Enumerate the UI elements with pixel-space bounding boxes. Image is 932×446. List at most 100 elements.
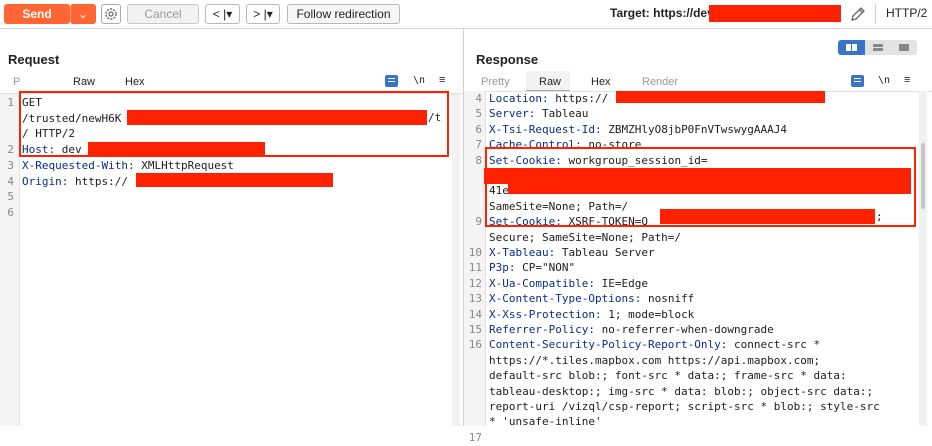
line-number: 6 bbox=[7, 205, 14, 219]
header-key: Content-Security-Policy-Report-Only: bbox=[489, 338, 728, 352]
response-scroll-thumb[interactable] bbox=[921, 143, 925, 209]
header-value: https:// bbox=[548, 92, 609, 105]
word-wrap-icon[interactable] bbox=[851, 75, 864, 87]
response-scrollbar[interactable] bbox=[919, 91, 927, 426]
tab-raw-response[interactable]: Raw bbox=[539, 76, 561, 88]
edit-target-button[interactable] bbox=[848, 4, 868, 24]
line-content: Location: https:// bbox=[489, 91, 608, 107]
line-content: default-src blob:; font-src * data:; fra… bbox=[489, 368, 847, 384]
protocol-label[interactable]: HTTP/2 bbox=[886, 6, 927, 20]
header-value: CP="NON" bbox=[515, 261, 576, 275]
line-content: report-uri /vizql/csp-report; script-src… bbox=[489, 399, 880, 415]
header-value: XMLHttpRequest bbox=[134, 158, 234, 172]
header-value: Secure; SameSite=None; Path=/ bbox=[489, 230, 682, 244]
header-key: P3p: bbox=[489, 261, 516, 275]
header-value: ZBMZHlyO8jbP0FnVTwswygAAAJ4 bbox=[601, 122, 788, 136]
forward-button[interactable]: > |▾ bbox=[246, 4, 280, 24]
response-editor[interactable]: 4 Location: https:// 5 Server: Tableau 6 X-Ts… bbox=[464, 91, 932, 444]
cancel-button[interactable]: Cancel bbox=[127, 4, 199, 24]
back-button[interactable]: < |▾ bbox=[205, 4, 240, 24]
redaction-target-host bbox=[709, 5, 841, 22]
tab-hex-request[interactable]: Hex bbox=[125, 76, 145, 88]
header-key: X-Ua-Compatible: bbox=[489, 276, 595, 290]
tab-raw-request[interactable]: Raw bbox=[73, 76, 95, 88]
header-key: X-Tsi-Request-Id: bbox=[489, 122, 602, 136]
tab-pretty-response[interactable]: Pretty bbox=[481, 76, 510, 88]
header-value: report-uri /vizql/csp-report; script-src… bbox=[489, 400, 880, 413]
line-number: 8 bbox=[475, 153, 482, 167]
rows-icon bbox=[873, 44, 883, 51]
request-editor[interactable]: 1 GET/trusted/newH6K / HTTP/2 2 Host: dev 3 X-… bbox=[0, 91, 462, 426]
line-content: X-Ua-Compatible: IE=Edge bbox=[489, 276, 648, 292]
header-key: X-Content-Type-Options: bbox=[489, 292, 642, 306]
line-number: 5 bbox=[475, 107, 482, 121]
line-number: 4 bbox=[475, 92, 482, 105]
line-number: 13 bbox=[468, 292, 482, 306]
header-value: tableau-desktop:; img-src * data: blob:;… bbox=[489, 384, 874, 398]
pencil-icon bbox=[851, 7, 865, 21]
send-button[interactable]: Send bbox=[4, 4, 70, 24]
tab-pretty-request[interactable]: P bbox=[13, 76, 20, 88]
header-key: X-Xss-Protection: bbox=[489, 307, 602, 321]
target-label: Target: https://dev bbox=[610, 6, 714, 20]
tab-hex-response[interactable]: Hex bbox=[591, 76, 611, 88]
line-content: Content-Security-Policy-Report-Only: con… bbox=[489, 337, 820, 353]
header-value: default-src blob:; font-src * data:; fra… bbox=[489, 369, 847, 383]
line-number: 1 bbox=[7, 96, 14, 109]
follow-redirection-button[interactable]: Follow redirection bbox=[287, 4, 400, 24]
header-value: https:// bbox=[68, 174, 128, 188]
header-value: * 'unsafe-inline' bbox=[489, 415, 602, 429]
send-dropdown-button[interactable]: ⌄ bbox=[70, 4, 96, 24]
line-content: tableau-desktop:; img-src * data: blob:;… bbox=[489, 384, 873, 400]
layout-side-by-side[interactable] bbox=[838, 40, 865, 55]
request-scrollbar[interactable] bbox=[452, 94, 460, 426]
line-content: Server: Tableau bbox=[489, 106, 588, 122]
chevron-down-icon: ⌄ bbox=[77, 7, 89, 21]
response-title: Response bbox=[476, 52, 539, 67]
highlight-set-cookie bbox=[485, 147, 916, 227]
header-value: IE=Edge bbox=[594, 276, 648, 290]
line-number: 5 bbox=[7, 190, 14, 204]
line-content: X-Content-Type-Options: nosniff bbox=[489, 291, 694, 307]
header-value: connect-src * bbox=[727, 338, 821, 352]
menu-icon[interactable]: ≡ bbox=[439, 74, 445, 86]
columns-icon bbox=[846, 44, 857, 51]
line-content: P3p: CP="NON" bbox=[489, 260, 575, 276]
header-value: nosniff bbox=[641, 292, 695, 306]
layout-tabs[interactable] bbox=[891, 40, 917, 55]
line-content: * 'unsafe-inline' bbox=[489, 414, 602, 430]
single-pane-icon bbox=[899, 44, 909, 51]
line-number: 14 bbox=[468, 307, 482, 321]
line-content: Secure; SameSite=None; Path=/ bbox=[489, 230, 681, 246]
header-value: Tableau Server bbox=[555, 246, 655, 259]
word-wrap-icon[interactable] bbox=[385, 75, 398, 87]
line-number: 7 bbox=[475, 138, 482, 152]
redaction-location bbox=[616, 91, 825, 103]
header-key: Referrer-Policy: bbox=[489, 323, 595, 336]
line-number: 3 bbox=[7, 158, 14, 172]
line-number: 12 bbox=[468, 276, 482, 290]
line-content: Origin: https:// bbox=[22, 174, 128, 190]
newline-toggle-response[interactable]: \n bbox=[878, 75, 890, 86]
line-content: X-Tsi-Request-Id: ZBMZHlyO8jbP0FnVTwswyg… bbox=[489, 122, 787, 138]
menu-icon[interactable]: ≡ bbox=[904, 74, 910, 86]
settings-button[interactable] bbox=[101, 4, 121, 24]
header-key: Origin: bbox=[22, 174, 69, 188]
layout-vertical[interactable] bbox=[865, 40, 891, 55]
tab-render-response[interactable]: Render bbox=[642, 76, 678, 88]
header-key: Location: bbox=[489, 92, 549, 105]
line-content: Referrer-Policy: no-referrer-when-downgr… bbox=[489, 322, 774, 338]
line-number: 6 bbox=[475, 122, 482, 136]
line-content: https://*.tiles.mapbox.com https://api.m… bbox=[489, 353, 820, 369]
line-number: 17 bbox=[468, 430, 482, 444]
line-number: 9 bbox=[475, 215, 482, 229]
line-number: 16 bbox=[468, 338, 482, 352]
layout-toggle[interactable] bbox=[838, 40, 917, 55]
header-value: 1; mode=block bbox=[601, 307, 695, 321]
newline-toggle-request[interactable]: \n bbox=[413, 75, 425, 86]
redaction-request-origin bbox=[136, 173, 333, 187]
highlight-request-target bbox=[19, 91, 449, 157]
line-number: 2 bbox=[7, 143, 14, 157]
gear-icon bbox=[105, 8, 117, 20]
toolbar: Send ⌄ Cancel < |▾ > |▾ Follow redirecti… bbox=[0, 0, 932, 29]
